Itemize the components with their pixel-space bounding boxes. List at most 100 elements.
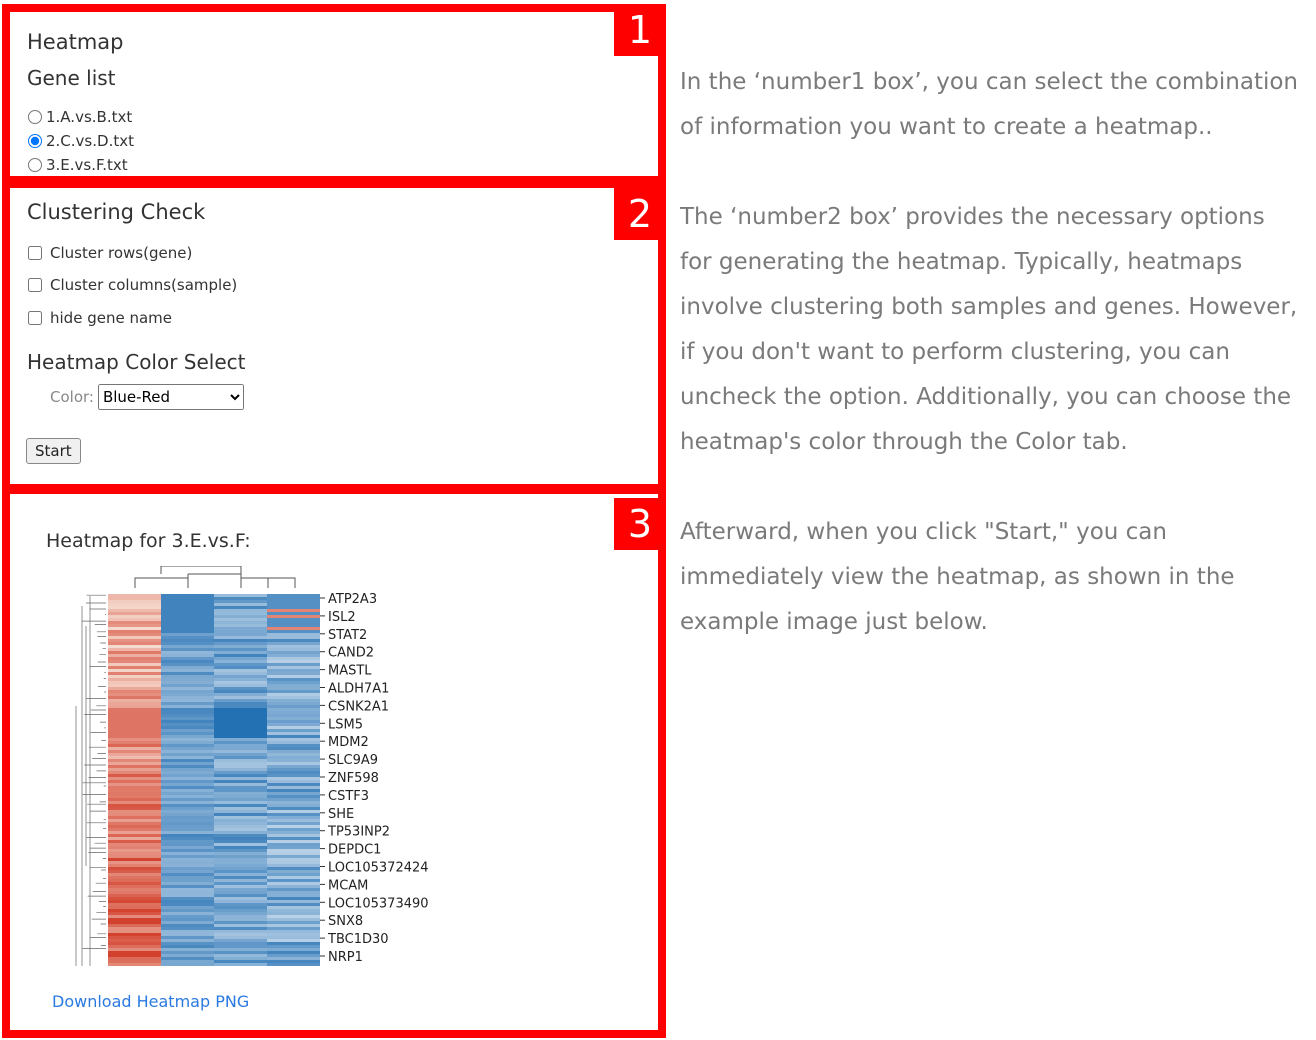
gene-label: LOC105373490 xyxy=(328,896,429,911)
heatmap-cell xyxy=(214,771,267,774)
heatmap-cell xyxy=(214,777,267,780)
heatmap-cell xyxy=(267,615,320,618)
heatmap-cell xyxy=(214,636,267,639)
heatmap-cell xyxy=(267,612,320,615)
heatmap-cell xyxy=(214,885,267,888)
heatmap-cell xyxy=(108,648,161,651)
heatmap-cell xyxy=(214,831,267,834)
heatmap-cell xyxy=(267,867,320,870)
box-number-2: 2 xyxy=(614,188,666,240)
heatmap-cell xyxy=(267,852,320,855)
heatmap-cell xyxy=(108,858,161,861)
gene-option-3[interactable]: 3.E.vs.F.txt xyxy=(28,153,134,177)
heatmap-cell xyxy=(214,792,267,795)
heatmap-cell xyxy=(108,864,161,867)
heatmap-cell xyxy=(161,708,214,711)
start-button[interactable]: Start xyxy=(26,438,81,464)
heatmap-cell xyxy=(214,726,267,729)
heatmap-cell xyxy=(161,786,214,789)
heatmap-cell xyxy=(108,807,161,810)
heatmap-cell xyxy=(108,696,161,699)
heatmap-cell xyxy=(267,822,320,825)
gene-option-2[interactable]: 2.C.vs.D.txt xyxy=(28,129,134,153)
heatmap-cell xyxy=(214,891,267,894)
heatmap-cell xyxy=(108,933,161,936)
heatmap-cell xyxy=(161,627,214,630)
download-heatmap-link[interactable]: Download Heatmap PNG xyxy=(52,992,249,1011)
hide-gene-name-option[interactable]: hide gene name xyxy=(28,301,237,334)
heatmap-cell xyxy=(267,711,320,714)
heatmap-cell xyxy=(108,723,161,726)
heatmap-cell xyxy=(108,612,161,615)
heatmap-cell xyxy=(214,684,267,687)
heatmap-cell xyxy=(161,606,214,609)
heatmap-cell xyxy=(267,921,320,924)
heatmap-cell xyxy=(108,741,161,744)
heatmap-cell xyxy=(267,948,320,951)
heatmap-cell xyxy=(161,939,214,942)
heatmap-cell xyxy=(161,870,214,873)
heatmap-cell xyxy=(161,633,214,636)
heatmap-cell xyxy=(214,717,267,720)
heatmap-cell xyxy=(108,837,161,840)
heatmap-cell xyxy=(267,900,320,903)
heatmap-cell xyxy=(161,771,214,774)
heatmap-cell xyxy=(161,744,214,747)
heatmap-cell xyxy=(267,942,320,945)
heatmap-cell xyxy=(161,663,214,666)
heatmap-cell xyxy=(108,627,161,630)
heatmap-cell xyxy=(108,783,161,786)
heatmap-cell xyxy=(267,840,320,843)
gene-radio-1[interactable] xyxy=(28,110,42,124)
heatmap-cell xyxy=(161,723,214,726)
heatmap-cell xyxy=(214,867,267,870)
heatmap-cell xyxy=(214,744,267,747)
heatmap-cell xyxy=(108,957,161,960)
heatmap-cell xyxy=(108,879,161,882)
hide-gene-name-checkbox[interactable] xyxy=(28,310,42,325)
heatmap-cell xyxy=(161,948,214,951)
heatmap-cell xyxy=(161,822,214,825)
cluster-rows-checkbox[interactable] xyxy=(28,245,42,260)
color-select[interactable]: Blue-Red xyxy=(97,384,244,410)
heatmap-cell xyxy=(161,711,214,714)
heatmap-cell xyxy=(214,633,267,636)
cluster-columns-checkbox[interactable] xyxy=(28,278,42,292)
gene-label: ATP2A3 xyxy=(328,592,377,607)
heatmap-cell xyxy=(214,873,267,876)
heatmap-cell xyxy=(214,789,267,792)
heatmap-cell xyxy=(108,852,161,855)
heatmap-cell xyxy=(161,657,214,660)
heatmap-cell xyxy=(108,774,161,777)
heatmap-cell xyxy=(214,876,267,879)
cluster-columns-option[interactable]: Cluster columns(sample) xyxy=(28,269,237,301)
color-label: Color: xyxy=(50,388,94,406)
heatmap-cell xyxy=(267,897,320,900)
heatmap-cell xyxy=(214,648,267,651)
heatmap-cell xyxy=(267,846,320,849)
gene-label: SHE xyxy=(328,807,354,822)
heatmap-cell xyxy=(108,942,161,945)
box-number-1: 1 xyxy=(614,4,666,56)
heatmap-cell xyxy=(267,693,320,696)
cluster-rows-option[interactable]: Cluster rows(gene) xyxy=(28,236,237,269)
heatmap-cell xyxy=(108,771,161,774)
heatmap-cell xyxy=(267,759,320,762)
heatmap-cell xyxy=(161,795,214,798)
heatmap-cell xyxy=(161,906,214,909)
heatmap-cell xyxy=(161,813,214,816)
heatmap-cell xyxy=(108,594,161,597)
heatmap-cell xyxy=(214,651,267,654)
heatmap-cell xyxy=(214,747,267,750)
heatmap-cell xyxy=(214,708,267,711)
heatmap-cell xyxy=(214,711,267,714)
heatmap-cell xyxy=(214,759,267,762)
heatmap-cell xyxy=(267,681,320,684)
heatmap-cell xyxy=(108,702,161,705)
heatmap-cell xyxy=(214,912,267,915)
heatmap-cell xyxy=(161,642,214,645)
gene-option-1[interactable]: 1.A.vs.B.txt xyxy=(28,105,134,129)
gene-radio-2[interactable] xyxy=(28,134,42,148)
heatmap-cell xyxy=(214,720,267,723)
gene-radio-3[interactable] xyxy=(28,158,42,172)
